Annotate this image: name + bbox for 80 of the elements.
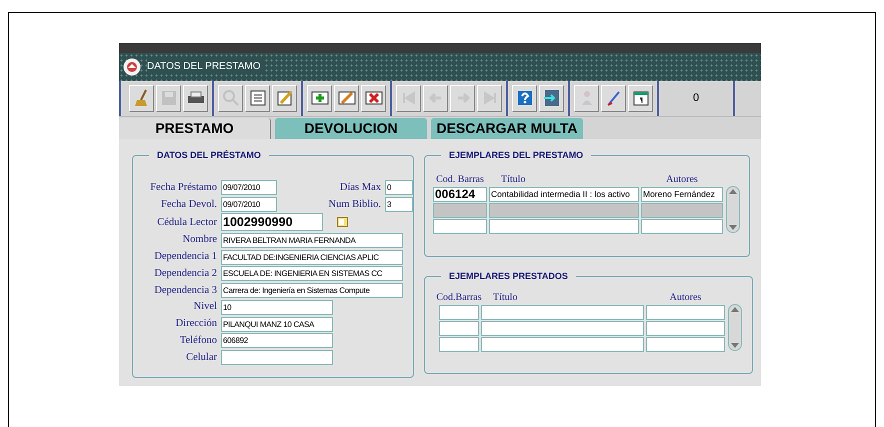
scroll-up-icon[interactable] xyxy=(731,306,739,312)
table-cell[interactable]: 006124 xyxy=(433,186,487,202)
column-header: Autores xyxy=(670,290,702,304)
panel-title: EJEMPLARES DEL PRESTAMO xyxy=(441,148,592,161)
field-label: Fecha Devol. xyxy=(160,198,218,212)
field-label: Dependencia 1 xyxy=(153,250,218,264)
toolbar-button[interactable] xyxy=(361,84,386,112)
scroll-down-icon[interactable] xyxy=(729,224,737,230)
table-cell[interactable]: Contabilidad intermedia II : los activo xyxy=(489,186,639,202)
table-cell[interactable] xyxy=(439,304,479,320)
field-label: Fecha Préstamo xyxy=(149,180,218,195)
panel-title: DATOS DEL PRÉSTAMO xyxy=(149,148,269,161)
pencil-icon xyxy=(274,88,294,108)
field-label: Nombre xyxy=(182,233,218,248)
panel-title: EJEMPLARES PRESTADOS xyxy=(441,270,576,282)
input-field[interactable]: FACULTAD DE:INGENIERIA CIENCIAS APLIC xyxy=(221,250,403,265)
field-label: Dependencia 3 xyxy=(153,284,218,298)
toolbar-button[interactable] xyxy=(628,84,653,112)
search-icon xyxy=(220,88,240,108)
table-cell[interactable] xyxy=(641,218,723,234)
table-cell[interactable] xyxy=(641,202,723,218)
column-header: Cod.Barras xyxy=(436,290,482,304)
input-field[interactable]: Carrera de: Ingeniería en Sistemas Compute xyxy=(221,283,403,298)
scrollbar[interactable] xyxy=(728,304,742,351)
toolbar-button[interactable] xyxy=(129,84,154,112)
scroll-down-icon[interactable] xyxy=(731,342,739,348)
field-label: Dependencia 2 xyxy=(153,266,218,281)
table-cell[interactable] xyxy=(439,320,479,336)
toolbar-button[interactable] xyxy=(334,84,359,112)
table-cell[interactable] xyxy=(646,320,725,336)
field-label: Cédula Lector xyxy=(156,216,218,230)
input-field[interactable]: 1002990990 xyxy=(221,213,323,232)
table-cell[interactable] xyxy=(489,218,639,234)
input-field[interactable]: 10 xyxy=(221,300,333,315)
field-label: Nivel xyxy=(192,300,218,314)
table-cell[interactable] xyxy=(489,202,639,218)
input-field[interactable]: PILANQUI MANZ 10 CASA xyxy=(221,316,333,332)
tab[interactable]: DESCARGAR MULTA xyxy=(431,118,583,139)
table-cell[interactable] xyxy=(433,202,487,218)
toolbar-button[interactable] xyxy=(539,84,564,112)
record-counter: 0 xyxy=(692,91,700,106)
input-field[interactable]: 09/07/2010 xyxy=(221,180,277,196)
column-header: Título xyxy=(501,172,526,186)
table-cell[interactable] xyxy=(433,218,487,234)
window-title: DATOS DEL PRESTAMO xyxy=(147,59,265,74)
field-label: Días Max xyxy=(338,180,382,195)
scroll-up-icon[interactable] xyxy=(729,188,737,194)
table-cell[interactable] xyxy=(646,336,725,352)
toolbar-button[interactable] xyxy=(601,84,626,112)
toolbar-button[interactable] xyxy=(183,84,208,112)
toolbar-button[interactable] xyxy=(272,84,297,112)
tab[interactable]: PRESTAMO xyxy=(119,118,271,139)
toolbar-button[interactable] xyxy=(245,84,270,112)
input-field[interactable]: ESCUELA DE: INGENIERIA EN SISTEMAS CC xyxy=(221,266,403,282)
field-label: Num Biblio. xyxy=(327,198,382,212)
input-field[interactable]: 606892 xyxy=(221,333,333,348)
lookup-icon[interactable] xyxy=(337,217,348,228)
table-cell[interactable]: Moreno Fernández xyxy=(641,186,723,202)
table-cell[interactable] xyxy=(646,304,725,320)
exit-icon xyxy=(542,88,562,108)
table-cell[interactable] xyxy=(481,304,644,320)
input-field[interactable]: 09/07/2010 xyxy=(221,197,277,212)
table-cell[interactable] xyxy=(439,336,479,352)
app-logo-icon xyxy=(123,58,141,76)
tab[interactable]: DEVOLUCION xyxy=(275,118,427,139)
input-field[interactable] xyxy=(221,350,333,366)
input-field[interactable]: 0 xyxy=(385,180,413,196)
input-field[interactable]: RIVERA BELTRAN MARIA FERNANDA xyxy=(221,232,403,248)
field-label: Teléfono xyxy=(178,334,218,348)
field-label: Dirección xyxy=(174,317,218,332)
column-header: Autores xyxy=(666,172,698,186)
table-cell[interactable] xyxy=(481,336,644,352)
list-icon xyxy=(248,88,268,108)
toolbar-button[interactable] xyxy=(307,84,332,112)
table-cell[interactable] xyxy=(481,320,644,336)
column-header: Cod. Barras xyxy=(436,172,484,186)
column-header: Título xyxy=(493,290,518,304)
field-label: Celular xyxy=(185,350,218,365)
input-field[interactable]: 3 xyxy=(385,197,413,212)
scrollbar[interactable] xyxy=(726,186,740,233)
